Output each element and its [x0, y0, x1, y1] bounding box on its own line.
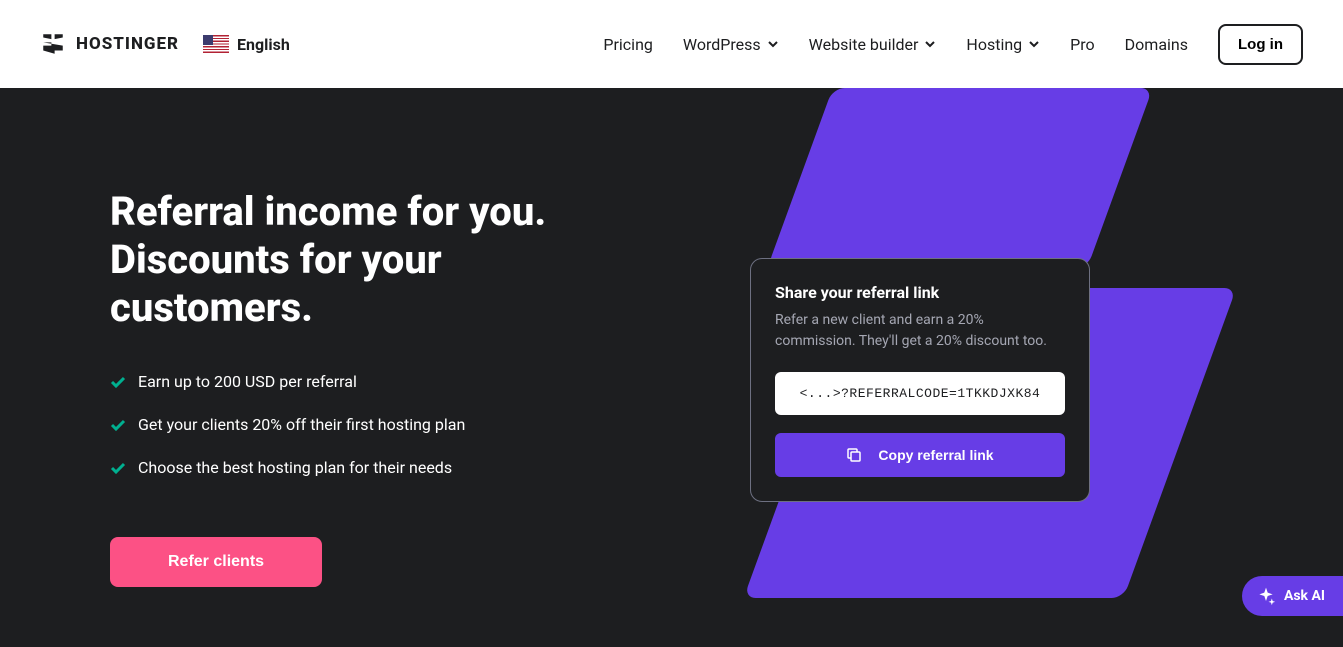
chevron-down-icon — [1028, 38, 1040, 50]
nav-website-builder[interactable]: Website builder — [809, 35, 937, 54]
language-selector[interactable]: English — [203, 35, 290, 54]
card-description: Refer a new client and earn a 20% commis… — [775, 310, 1065, 352]
ask-ai-button[interactable]: Ask AI — [1242, 576, 1343, 616]
referral-code-display[interactable]: <...>?REFERRALCODE=1TKKDJXK84 — [775, 372, 1065, 415]
benefit-item: Get your clients 20% off their first hos… — [110, 415, 650, 434]
check-icon — [110, 374, 126, 390]
benefit-item: Choose the best hosting plan for their n… — [110, 458, 650, 477]
card-title: Share your referral link — [775, 283, 1065, 302]
hero-content: Referral income for you. Discounts for y… — [110, 188, 650, 587]
copy-button-label: Copy referral link — [878, 447, 993, 463]
referral-card: Share your referral link Refer a new cli… — [750, 258, 1090, 502]
chevron-down-icon — [767, 38, 779, 50]
ai-sparkle-icon — [1256, 586, 1276, 606]
benefit-text: Earn up to 200 USD per referral — [138, 372, 357, 391]
ask-ai-label: Ask AI — [1284, 588, 1325, 604]
nav-hosting[interactable]: Hosting — [966, 35, 1040, 54]
nav-pro[interactable]: Pro — [1070, 35, 1094, 54]
nav-label: Hosting — [966, 35, 1022, 54]
header: HOSTINGER English Pricing WordPress Webs… — [0, 0, 1343, 88]
hero-title: Referral income for you. Discounts for y… — [110, 188, 650, 332]
nav-label: WordPress — [683, 35, 761, 54]
hero-section: Referral income for you. Discounts for y… — [0, 88, 1343, 647]
copy-icon — [846, 447, 862, 463]
nav-label: Website builder — [809, 35, 919, 54]
chevron-down-icon — [924, 38, 936, 50]
logo-text: HOSTINGER — [76, 34, 179, 54]
hero-visual: Share your referral link Refer a new cli… — [650, 188, 1150, 587]
header-right: Pricing WordPress Website builder Hostin… — [603, 24, 1303, 65]
logo[interactable]: HOSTINGER — [40, 31, 179, 57]
nav-label: Pricing — [603, 35, 653, 54]
nav-label: Pro — [1070, 35, 1094, 54]
check-icon — [110, 460, 126, 476]
nav-wordpress[interactable]: WordPress — [683, 35, 779, 54]
decorative-shape — [767, 88, 1153, 268]
login-button[interactable]: Log in — [1218, 24, 1303, 65]
benefit-item: Earn up to 200 USD per referral — [110, 372, 650, 391]
nav-pricing[interactable]: Pricing — [603, 35, 653, 54]
logo-icon — [40, 31, 66, 57]
nav-domains[interactable]: Domains — [1125, 35, 1188, 54]
header-left: HOSTINGER English — [40, 31, 290, 57]
copy-referral-link-button[interactable]: Copy referral link — [775, 433, 1065, 477]
refer-clients-button[interactable]: Refer clients — [110, 537, 322, 587]
check-icon — [110, 417, 126, 433]
benefit-text: Choose the best hosting plan for their n… — [138, 458, 452, 477]
language-label: English — [237, 35, 290, 54]
flag-icon — [203, 35, 229, 53]
benefits-list: Earn up to 200 USD per referral Get your… — [110, 372, 650, 477]
benefit-text: Get your clients 20% off their first hos… — [138, 415, 465, 434]
nav-label: Domains — [1125, 35, 1188, 54]
